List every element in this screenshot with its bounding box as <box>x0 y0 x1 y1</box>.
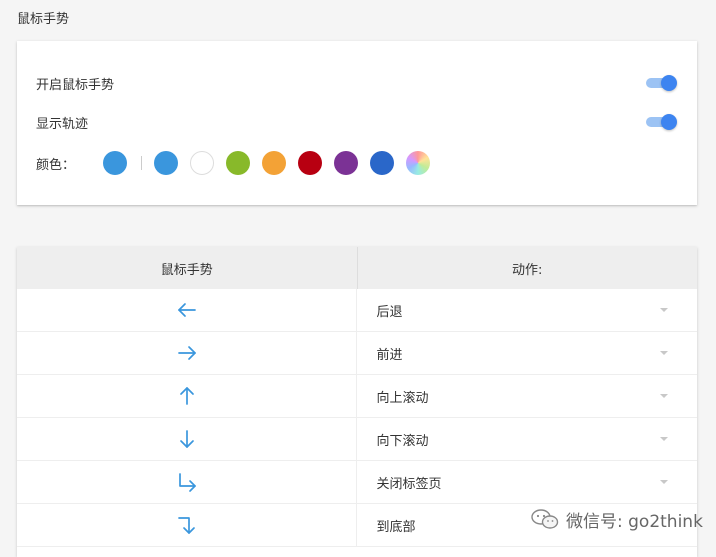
color-swatch-purple[interactable] <box>334 151 358 175</box>
table-row: 向下滚动 <box>17 418 697 461</box>
left-arrow-icon <box>177 303 196 317</box>
gesture-cell <box>17 418 358 460</box>
up-arrow-icon <box>179 387 194 405</box>
color-swatch-red[interactable] <box>298 151 322 175</box>
action-select[interactable]: 向下滚动 <box>357 418 697 460</box>
wechat-icon <box>531 509 559 529</box>
down-right-arrow-icon <box>178 473 196 492</box>
table-header: 鼠标手势 动作: <box>17 247 697 289</box>
chevron-down-icon <box>660 437 668 441</box>
action-select[interactable]: 向上滚动 <box>357 375 697 417</box>
wechat-watermark: 微信号: go2think <box>530 507 703 532</box>
right-down-arrow-icon <box>177 517 195 534</box>
action-label: 向下滚动 <box>376 433 429 449</box>
color-swatch-green[interactable] <box>226 151 250 175</box>
gesture-cell <box>17 461 358 503</box>
gesture-cell <box>17 332 358 374</box>
settings-card: 开启鼠标手势 显示轨迹 颜色： <box>17 41 697 205</box>
color-swatch-dark-blue[interactable] <box>370 151 394 175</box>
enable-gesture-toggle[interactable] <box>644 74 678 92</box>
gesture-cell <box>17 289 358 331</box>
action-select[interactable]: 前进 <box>357 332 697 374</box>
gesture-cell <box>17 375 358 417</box>
right-arrow-icon <box>177 346 196 360</box>
enable-gesture-label: 开启鼠标手势 <box>36 77 115 93</box>
current-color-swatch[interactable] <box>103 151 127 175</box>
toggle-knob <box>661 114 677 130</box>
chevron-down-icon <box>660 308 668 312</box>
watermark-text: 微信号: go2think <box>566 511 703 532</box>
chevron-down-icon <box>660 394 668 398</box>
table-row: 前进 <box>17 332 697 375</box>
color-swatch-white[interactable] <box>190 151 214 175</box>
enable-gesture-row: 开启鼠标手势 <box>36 71 678 95</box>
show-trail-label: 显示轨迹 <box>36 116 89 132</box>
table-row: 向上滚动 <box>17 375 697 418</box>
column-header-action: 动作: <box>512 262 543 278</box>
chevron-down-icon <box>660 480 668 484</box>
color-row: 颜色： <box>36 151 442 175</box>
color-label: 颜色： <box>36 157 76 173</box>
color-swatch-custom[interactable] <box>406 151 430 175</box>
table-row: 后退 <box>17 289 697 332</box>
action-label: 后退 <box>376 304 403 320</box>
column-header-gesture: 鼠标手势 <box>17 247 358 289</box>
page-title: 鼠标手势 <box>17 12 70 27</box>
action-select[interactable]: 后退 <box>357 289 697 331</box>
show-trail-toggle[interactable] <box>644 113 678 131</box>
gesture-cell <box>17 504 358 546</box>
show-trail-row: 显示轨迹 <box>36 110 678 134</box>
action-select[interactable]: 关闭标签页 <box>357 461 697 503</box>
color-swatch-orange[interactable] <box>262 151 286 175</box>
action-label: 前进 <box>376 347 403 363</box>
table-row: 关闭标签页 <box>17 461 697 504</box>
down-arrow-icon <box>179 430 194 448</box>
action-label: 关闭标签页 <box>376 476 442 492</box>
action-label: 向上滚动 <box>376 390 429 406</box>
chevron-down-icon <box>660 351 668 355</box>
color-divider <box>141 156 142 170</box>
toggle-knob <box>661 75 677 91</box>
color-swatch-blue[interactable] <box>154 151 178 175</box>
action-label: 到底部 <box>376 519 416 535</box>
